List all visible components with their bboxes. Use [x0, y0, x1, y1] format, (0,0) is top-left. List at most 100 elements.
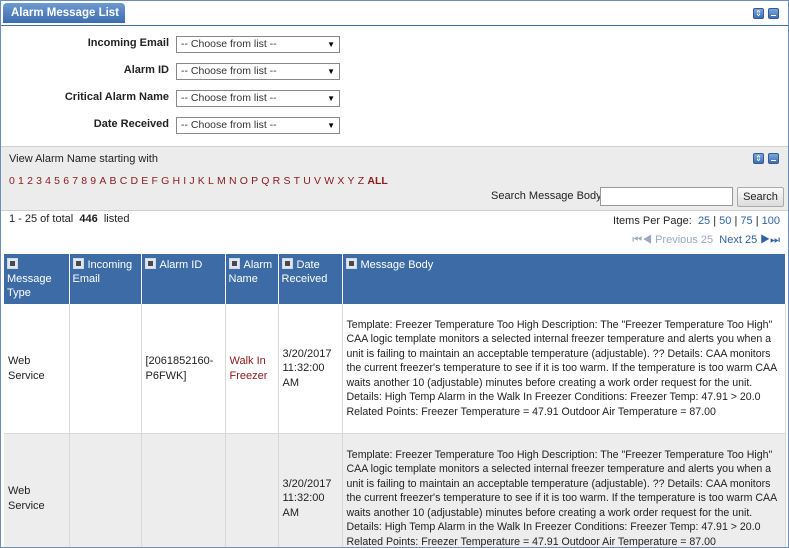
alpha-letter-link[interactable]: 1: [18, 175, 24, 187]
alpha-letter-link[interactable]: 9: [90, 175, 96, 187]
filter-label-critical-alarm-name: Critical Alarm Name: [64, 91, 169, 103]
page-size-100[interactable]: 100: [762, 215, 780, 227]
alpha-letter-link[interactable]: 3: [36, 175, 42, 187]
cell-alarm-name: [225, 433, 279, 547]
alpha-letter-link[interactable]: 0: [9, 175, 15, 187]
alpha-letter-link[interactable]: G: [161, 175, 169, 187]
alpha-letter-link[interactable]: W: [324, 175, 334, 187]
alpha-filter-title: View Alarm Name starting with: [9, 153, 158, 165]
chevron-down-icon: ▼: [327, 121, 335, 130]
alpha-letter-link[interactable]: F: [151, 175, 157, 187]
incoming-email-select-value: -- Choose from list --: [181, 38, 277, 50]
alpha-letter-link[interactable]: H: [172, 175, 180, 187]
column-header-alarm-name[interactable]: Alarm Name: [225, 254, 279, 304]
page-size-25[interactable]: 25: [698, 215, 710, 227]
result-listed: listed: [103, 213, 130, 225]
column-header-date-received[interactable]: Date Received: [278, 254, 343, 304]
alarm-id-select[interactable]: -- Choose from list -- ▼: [176, 63, 340, 80]
next-page-link[interactable]: Next 25: [719, 234, 757, 246]
alpha-letter-link[interactable]: 2: [27, 175, 33, 187]
minimize-icon[interactable]: [768, 153, 779, 164]
next-icon: ▶⏭: [760, 234, 780, 246]
column-menu-icon[interactable]: [345, 258, 357, 269]
alpha-letter-link[interactable]: R: [273, 175, 281, 187]
date-received-select-value: -- Choose from list --: [181, 119, 277, 131]
column-header-incoming-email[interactable]: Incoming Email: [69, 254, 142, 304]
alpha-letter-link[interactable]: 5: [54, 175, 60, 187]
alpha-letter-link[interactable]: I: [183, 175, 186, 187]
table-row[interactable]: Web Service 3/20/2017 11:32:00 AM Templa…: [4, 433, 786, 547]
cell-alarm-id: [141, 433, 226, 547]
alpha-letter-link[interactable]: 6: [63, 175, 69, 187]
column-header-alarm-id[interactable]: Alarm ID: [141, 254, 226, 304]
search-button[interactable]: Search: [737, 187, 784, 207]
alpha-letter-link[interactable]: K: [198, 175, 205, 187]
alpha-letter-link[interactable]: B: [110, 175, 117, 187]
items-per-page: Items Per Page: 25 | 50 | 75 | 100: [612, 215, 780, 227]
items-per-page-label: Items Per Page:: [612, 215, 692, 227]
search-body-label: Search Message Body: [491, 190, 602, 202]
page-size-75[interactable]: 75: [740, 215, 752, 227]
cell-message-body: Template: Freezer Temperature Too High D…: [342, 304, 786, 434]
alpha-letter-link[interactable]: N: [229, 175, 237, 187]
alpha-letter-link[interactable]: A: [99, 175, 106, 187]
cell-date-received: 3/20/2017 11:32:00 AM: [278, 304, 343, 434]
alpha-letter-link[interactable]: S: [283, 175, 290, 187]
panel-header: Alarm Message List ⇕: [1, 1, 788, 26]
column-menu-icon[interactable]: [281, 258, 293, 269]
alpha-letter-link[interactable]: J: [189, 175, 194, 187]
filter-label-date-received: Date Received: [93, 118, 169, 130]
column-header-message-type[interactable]: Message Type: [4, 254, 70, 304]
alpha-letter-link[interactable]: P: [251, 175, 258, 187]
pager: ⏮◀ Previous 25 Next 25 ▶⏭: [632, 234, 780, 247]
search-body-input[interactable]: [600, 187, 733, 206]
settings-toggle-icon[interactable]: ⇕: [753, 8, 764, 19]
alarm-name-link[interactable]: Walk In Freezer: [230, 355, 268, 382]
panel-title: Alarm Message List: [3, 3, 125, 23]
column-menu-icon[interactable]: [144, 258, 156, 269]
alpha-letter-link[interactable]: 7: [72, 175, 78, 187]
alpha-letter-link[interactable]: T: [294, 175, 300, 187]
result-total: 446: [79, 213, 98, 225]
alpha-letter-link[interactable]: Q: [261, 175, 269, 187]
cell-date-received: 3/20/2017 11:32:00 AM: [278, 433, 343, 547]
minimize-icon[interactable]: [768, 8, 779, 19]
incoming-email-select[interactable]: -- Choose from list -- ▼: [176, 36, 340, 53]
alpha-letter-link[interactable]: U: [303, 175, 311, 187]
alpha-letter-link[interactable]: C: [120, 175, 128, 187]
column-menu-icon[interactable]: [7, 258, 18, 269]
alpha-letter-link[interactable]: O: [240, 175, 248, 187]
alpha-letter-links: 0 1 2 3 4 5 6 7 8 9 A B C D E F G H I J K L M N O P Q R S T U V W X Y Z ALL: [9, 175, 391, 187]
alpha-letter-link[interactable]: Z: [358, 175, 364, 187]
alpha-letter-link[interactable]: M: [217, 175, 226, 187]
cell-alarm-name: Walk In Freezer: [225, 304, 279, 434]
table-header-row: Message Type Incoming Email Alarm ID Ala…: [4, 254, 786, 304]
critical-alarm-name-select[interactable]: -- Choose from list -- ▼: [176, 90, 340, 107]
alpha-letter-link[interactable]: V: [314, 175, 321, 187]
cell-incoming-email: [69, 304, 142, 434]
alpha-letter-link[interactable]: Y: [348, 175, 355, 187]
previous-page-link[interactable]: Previous 25: [655, 234, 713, 246]
alpha-letter-link[interactable]: D: [131, 175, 139, 187]
column-menu-icon[interactable]: [228, 258, 240, 269]
page-size-50[interactable]: 50: [719, 215, 731, 227]
table-row[interactable]: Web Service [2061852160-P6FWK] Walk In F…: [4, 304, 786, 434]
chevron-down-icon: ▼: [327, 40, 335, 49]
alarm-id-select-value: -- Choose from list --: [181, 65, 277, 77]
cell-incoming-email: [69, 433, 142, 547]
alpha-letter-link[interactable]: 8: [81, 175, 87, 187]
alpha-letter-link[interactable]: E: [141, 175, 148, 187]
alarm-message-list-panel: Alarm Message List ⇕ Incoming Email -- C…: [0, 0, 789, 548]
filter-label-alarm-id: Alarm ID: [123, 64, 169, 76]
settings-toggle-icon[interactable]: ⇕: [753, 153, 764, 164]
result-count: 1 - 25 of total 446 listed: [9, 213, 130, 225]
column-header-message-body[interactable]: Message Body: [342, 254, 786, 304]
alpha-letter-link[interactable]: L: [208, 175, 214, 187]
alpha-letter-link[interactable]: 4: [45, 175, 51, 187]
alpha-all-link[interactable]: ALL: [367, 175, 387, 187]
alarm-message-table: Message Type Incoming Email Alarm ID Ala…: [4, 254, 786, 547]
column-menu-icon[interactable]: [72, 258, 84, 269]
alpha-letter-link[interactable]: X: [337, 175, 344, 187]
critical-alarm-name-select-value: -- Choose from list --: [181, 92, 277, 104]
date-received-select[interactable]: -- Choose from list -- ▼: [176, 117, 340, 134]
